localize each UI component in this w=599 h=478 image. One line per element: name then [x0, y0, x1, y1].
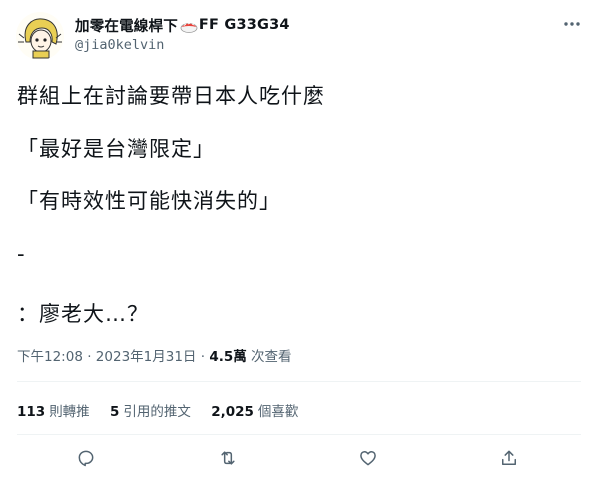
views-count: 4.5萬 — [209, 349, 247, 365]
reply-button[interactable] — [74, 446, 98, 470]
author-block: 加零在電線桿下 FF G33G34 @jia0kelvin — [75, 16, 290, 53]
divider — [17, 381, 581, 382]
meta-separator: · — [87, 349, 92, 365]
likes-count: 2,025 — [211, 404, 254, 420]
retweets-label: 則轉推 — [49, 404, 90, 420]
like-button[interactable] — [356, 446, 380, 470]
meta-separator: · — [200, 349, 206, 365]
likes-stat[interactable]: 2,025 個喜歡 — [211, 400, 298, 420]
tweet-text-line: 「最好是台灣限定」 — [17, 137, 215, 161]
quotes-stat[interactable]: 5 引用的推文 — [110, 400, 191, 420]
quotes-label: 引用的推文 — [123, 404, 191, 420]
divider — [17, 434, 581, 435]
retweet-button[interactable] — [216, 446, 240, 470]
likes-label: 個喜歡 — [257, 404, 299, 420]
views-label: 次查看 — [251, 349, 292, 365]
share-icon — [502, 450, 516, 465]
avatar[interactable] — [16, 12, 64, 60]
retweets-count: 113 — [17, 404, 46, 420]
display-name-suffix[interactable]: FF G33G34 — [199, 17, 290, 33]
cartoon-girl-avatar-icon — [16, 12, 64, 60]
sushi-emoji-icon — [180, 18, 198, 33]
tweet-meta: 下午12:08 · 2023年1月31日 · 4.5萬 次查看 — [17, 345, 292, 365]
display-name[interactable]: 加零在電線桿下 — [75, 15, 178, 36]
quotes-count: 5 — [109, 404, 120, 420]
display-name-row[interactable]: 加零在電線桿下 FF G33G34 — [75, 15, 290, 36]
reply-icon — [78, 450, 94, 467]
tweet-text-line: - — [17, 242, 26, 266]
tweet-stats: 113 則轉推 5 引用的推文 2,025 個喜歡 — [17, 400, 314, 420]
more-options-icon — [564, 22, 580, 26]
more-options-button[interactable] — [562, 14, 582, 34]
tweet-text-line: 「有時效性可能快消失的」 — [17, 189, 281, 213]
tweet-text-line: ：廖老大…？ — [17, 302, 149, 326]
retweets-stat[interactable]: 113 則轉推 — [17, 400, 90, 420]
tweet-time[interactable]: 下午12:08 — [17, 349, 83, 365]
user-handle[interactable]: @jia0kelvin — [75, 37, 290, 53]
heart-icon — [360, 451, 376, 466]
tweet-date[interactable]: 2023年1月31日 — [96, 349, 197, 365]
retweet-icon — [221, 451, 235, 465]
share-button[interactable] — [497, 446, 521, 470]
tweet-text-line: 群組上在討論要帶日本人吃什麼 — [17, 84, 325, 108]
